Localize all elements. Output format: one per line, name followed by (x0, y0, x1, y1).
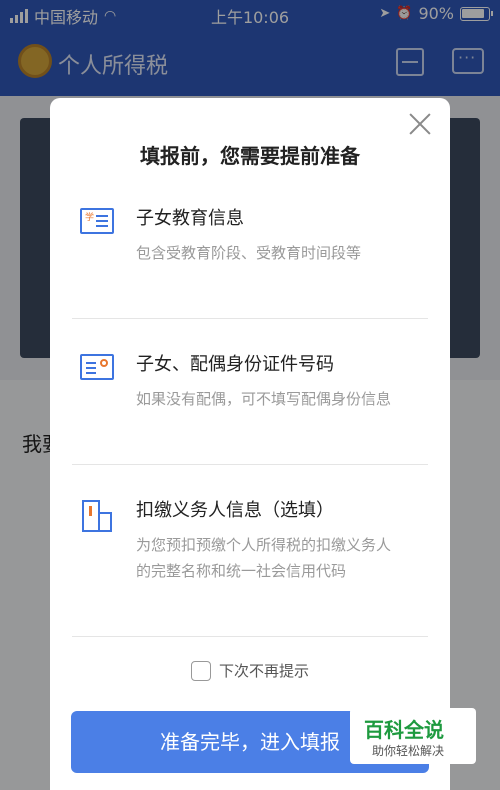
id-card-icon (80, 354, 114, 380)
divider (72, 318, 428, 319)
building-icon (80, 500, 114, 532)
prep-item-title: 子女、配偶身份证件号码 (136, 354, 334, 375)
dialog-title: 填报前，您需要提前准备 (140, 144, 360, 168)
divider (72, 464, 428, 465)
divider (72, 636, 428, 637)
prep-item-title: 扣缴义务人信息（选填） (136, 500, 334, 521)
prepare-dialog: 填报前，您需要提前准备 学 子女教育信息 包含受教育阶段、受教育时间段等 子女、… (50, 98, 450, 790)
dont-show-again-row[interactable]: 下次不再提示 (50, 660, 450, 681)
watermark-brand: 百科全说 (364, 718, 444, 742)
prep-item-description: 为您预扣预缴个人所得税的扣缴义务人的完整名称和统一社会信用代码 (136, 536, 392, 580)
prep-item-description: 如果没有配偶，可不填写配偶身份信息 (136, 390, 392, 408)
student-card-icon: 学 (80, 208, 114, 234)
watermark-logo: 百科全说 助你轻松解决 (350, 708, 476, 764)
student-card-icon-text: 学 (85, 213, 95, 223)
prep-item-title: 子女教育信息 (136, 208, 244, 229)
watermark-tagline: 助你轻松解决 (372, 744, 445, 758)
dont-show-again-checkbox[interactable] (190, 660, 211, 681)
dont-show-again-label[interactable]: 下次不再提示 (219, 660, 309, 681)
prep-item-description: 包含受教育阶段、受教育时间段等 (136, 244, 362, 262)
close-icon[interactable] (408, 112, 432, 136)
